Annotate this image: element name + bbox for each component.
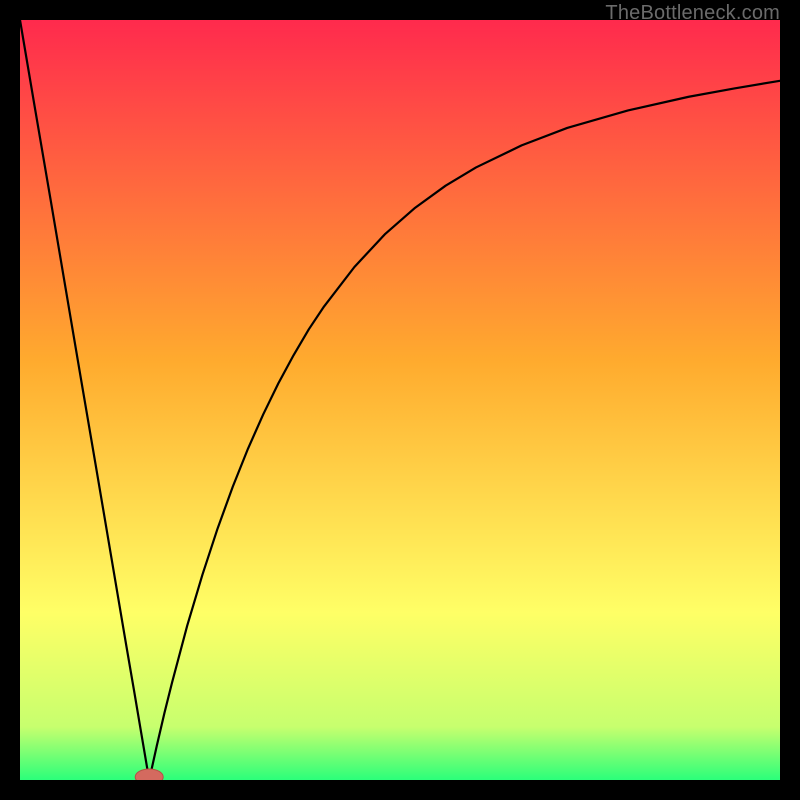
gradient-background: [20, 20, 780, 780]
chart-frame: TheBottleneck.com: [0, 0, 800, 800]
chart-svg: [20, 20, 780, 780]
chart-plot-area: [20, 20, 780, 780]
